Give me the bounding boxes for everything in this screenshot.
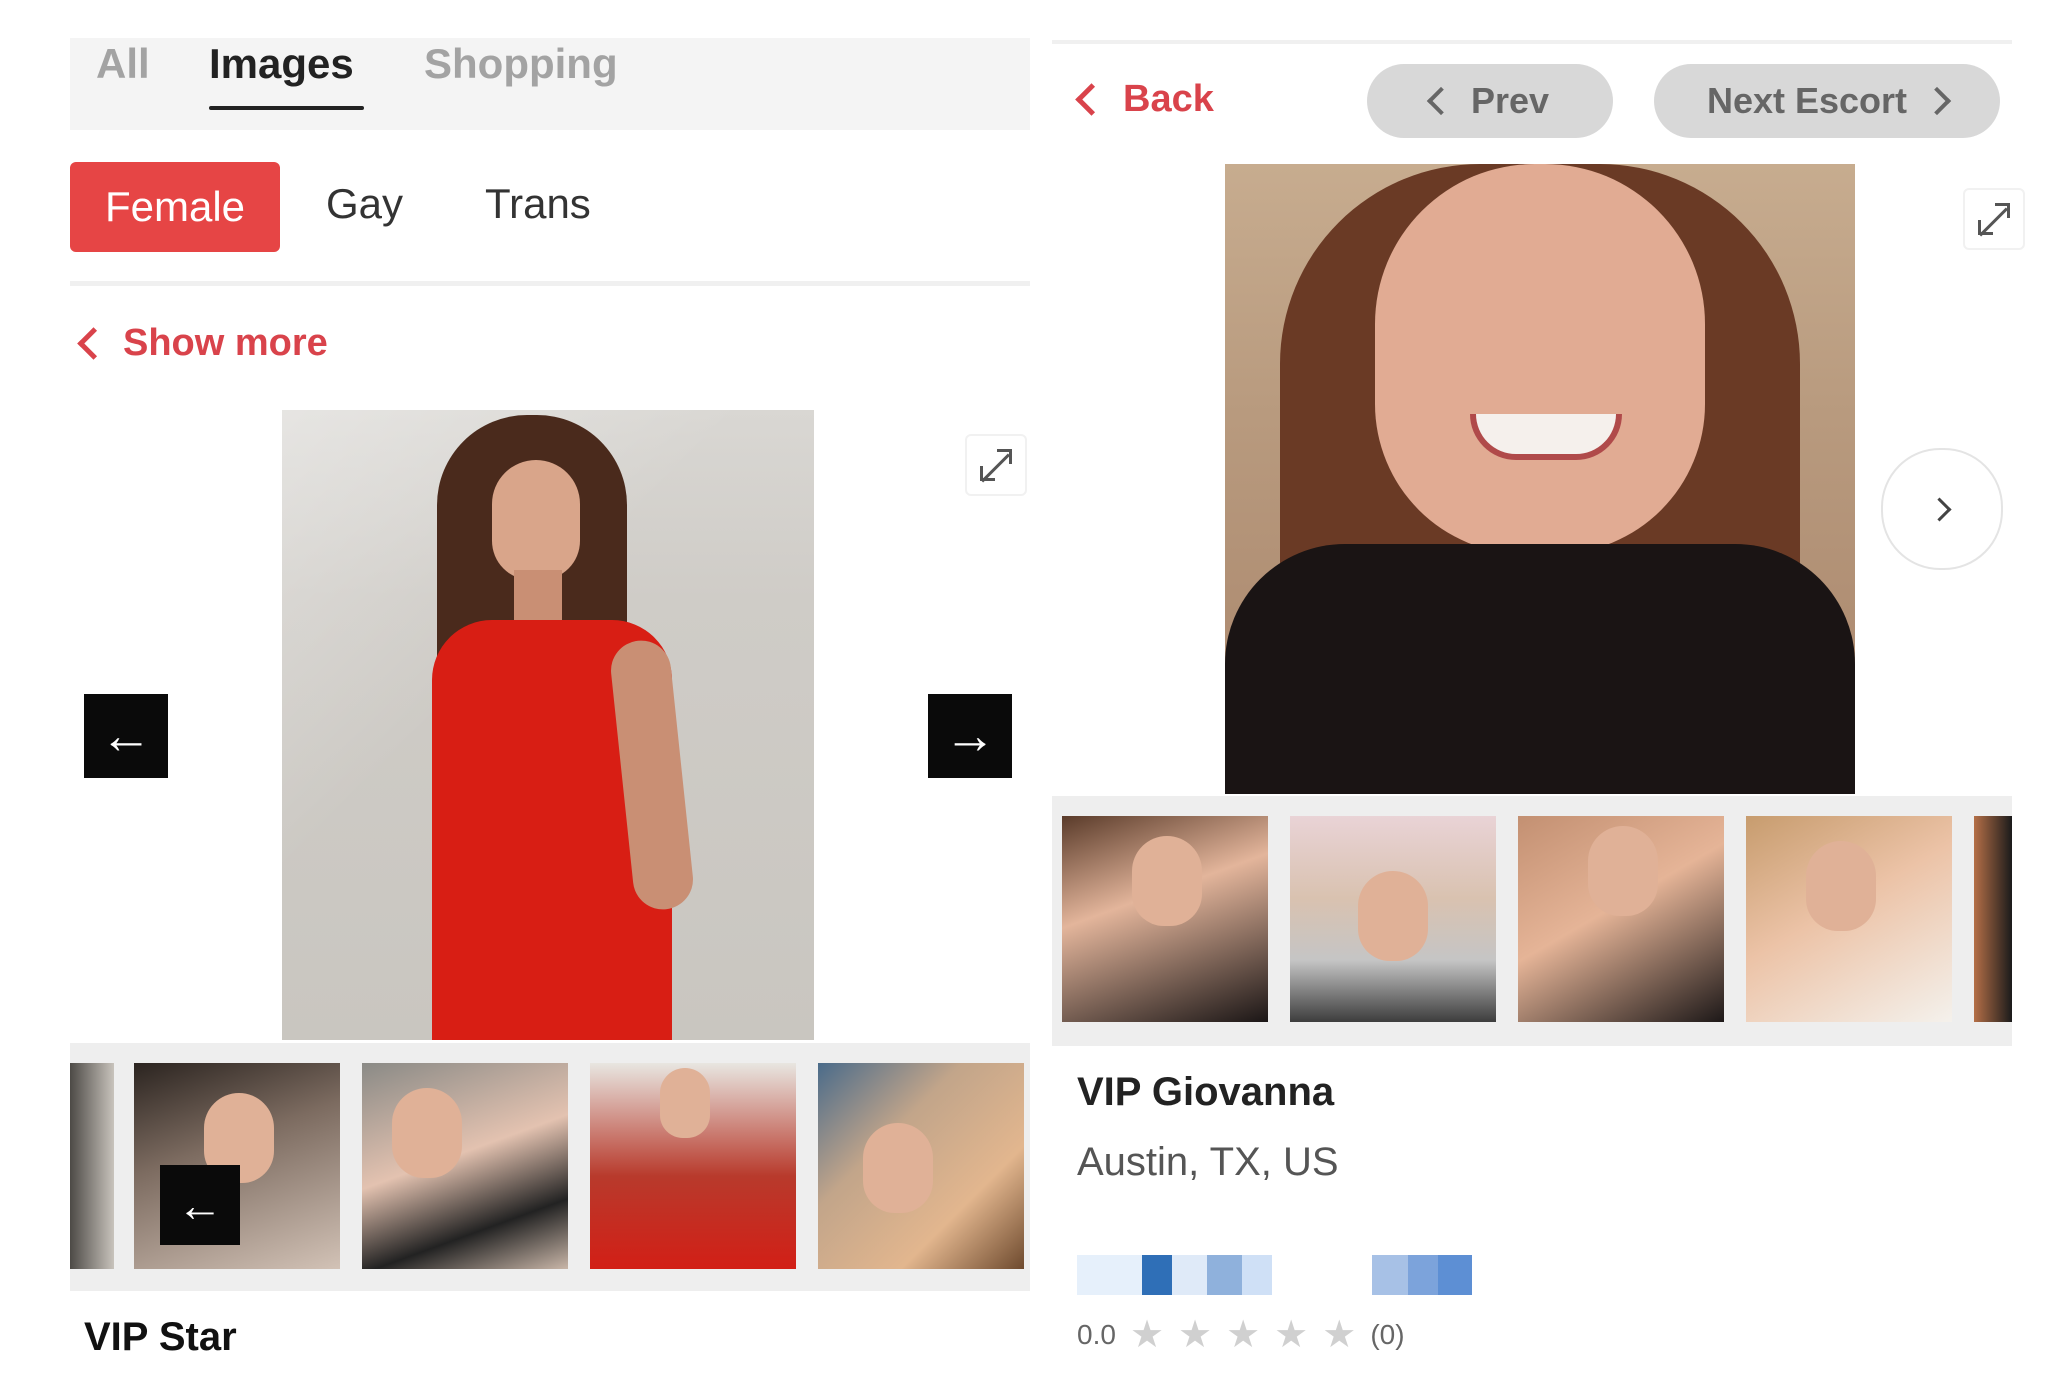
thumbnail-strip [1052, 796, 2012, 1046]
chevron-right-icon [1922, 86, 1952, 116]
star-icon: ★ [1274, 1314, 1309, 1356]
next-photo-button[interactable] [1881, 448, 2003, 570]
chevron-left-icon [1426, 86, 1456, 116]
profile-name[interactable]: VIP Giovanna [1077, 1070, 1334, 1115]
next-profile-button[interactable]: Next Escort [1654, 64, 2000, 138]
prev-photo-button[interactable]: ← [84, 694, 168, 778]
arrow-left-icon: ← [177, 1179, 223, 1231]
back-button[interactable]: Back [1075, 78, 1214, 121]
tab-images[interactable]: Images [209, 40, 354, 88]
star-icon: ★ [1226, 1314, 1261, 1356]
thumbnail[interactable] [818, 1063, 1024, 1269]
next-label: Next Escort [1706, 80, 1908, 121]
active-tab-indicator [209, 106, 364, 110]
expand-icon [1978, 203, 2010, 237]
tab-all[interactable]: All [96, 40, 150, 88]
star-icon: ★ [1178, 1314, 1213, 1356]
expand-icon [980, 449, 1012, 483]
star-icon: ★ [1129, 1314, 1165, 1356]
prev-profile-button[interactable]: Prev [1367, 64, 1613, 138]
filter-trans-chip[interactable]: Trans [485, 180, 591, 228]
thumbnail[interactable] [1746, 816, 1952, 1022]
arrow-left-icon: ← [100, 707, 152, 765]
rating: 0.0 ★ ★ ★ ★ ★ (0) [1077, 1316, 1405, 1354]
prev-thumbnails-button[interactable]: ← [160, 1165, 240, 1245]
left-panel: All Images Shopping Female Gay Trans Sho… [0, 0, 1045, 1374]
divider [70, 281, 1030, 286]
thumbnail[interactable] [1518, 816, 1724, 1022]
profile-location: Austin, TX, US [1077, 1140, 1339, 1184]
blurred-info [1077, 1255, 1472, 1295]
thumbnail[interactable] [1290, 816, 1496, 1022]
tab-shopping[interactable]: Shopping [424, 40, 618, 88]
rating-score: 0.0 [1077, 1319, 1116, 1350]
expand-button[interactable] [1963, 188, 2025, 250]
profile-photo[interactable] [1225, 164, 1855, 794]
chevron-left-icon [77, 327, 110, 360]
thumbnail[interactable] [1062, 816, 1268, 1022]
back-label: Back [1123, 78, 1214, 120]
star-icon: ★ [1322, 1314, 1357, 1356]
filter-gay-chip[interactable]: Gay [326, 180, 403, 228]
thumbnail[interactable] [70, 1063, 114, 1269]
show-more-link[interactable]: Show more [77, 322, 328, 365]
thumbnail[interactable] [590, 1063, 796, 1269]
main-photo[interactable] [282, 410, 814, 1040]
rating-count: (0) [1370, 1319, 1405, 1350]
expand-button[interactable] [965, 434, 1027, 496]
filter-female-chip[interactable]: Female [70, 162, 280, 252]
prev-label: Prev [1470, 80, 1550, 121]
top-divider [1052, 40, 2012, 44]
thumbnail[interactable] [362, 1063, 568, 1269]
chevron-right-icon [1926, 496, 1952, 522]
show-more-label: Show more [123, 322, 328, 364]
arrow-right-icon: → [944, 707, 996, 765]
chevron-left-icon [1075, 83, 1108, 116]
next-photo-button[interactable]: → [928, 694, 1012, 778]
thumbnail[interactable] [1974, 816, 2012, 1022]
profile-name[interactable]: VIP Star [84, 1315, 237, 1360]
